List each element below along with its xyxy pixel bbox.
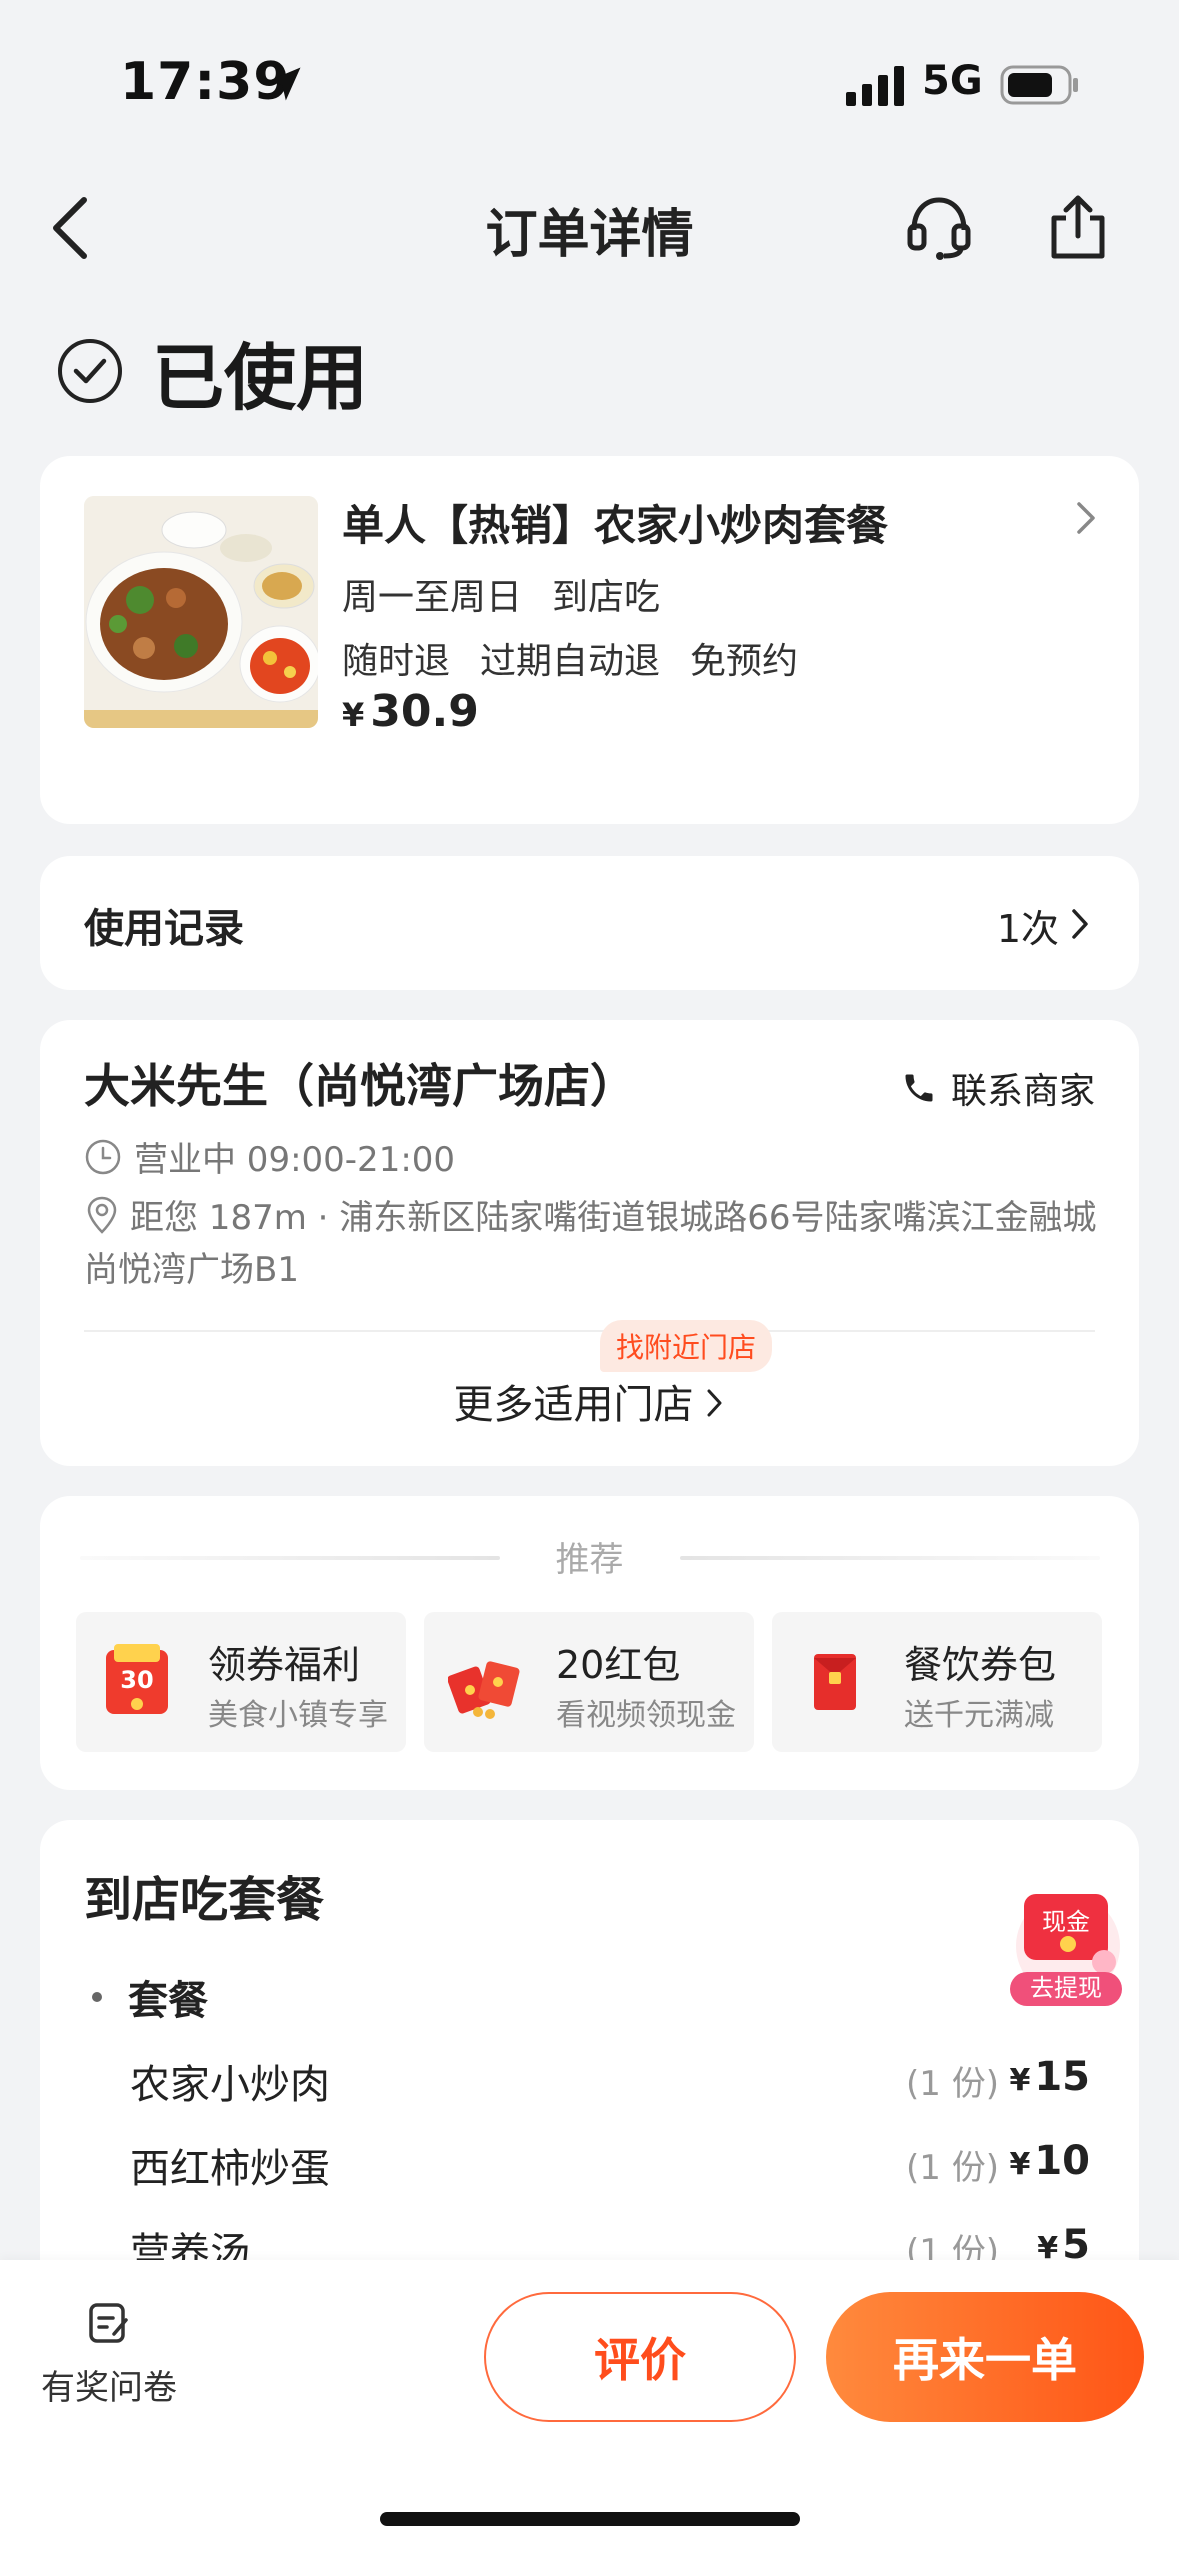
coupon-30-icon: 30 bbox=[106, 1644, 168, 1714]
package-item-price: ¥15 bbox=[1009, 2054, 1090, 2100]
recommend-tile-coupon[interactable]: 30 领券福利 美食小镇专享 bbox=[76, 1612, 406, 1752]
price-value: 15 bbox=[1034, 2054, 1090, 2100]
product-title: 单人【热销】农家小炒肉套餐 bbox=[342, 501, 889, 550]
usage-record-row[interactable]: 使用记录 1次 bbox=[40, 856, 1139, 990]
review-button[interactable]: 评价 bbox=[484, 2292, 796, 2422]
battery-icon bbox=[1000, 65, 1078, 105]
survey-button[interactable]: 有奖问卷 bbox=[34, 2300, 184, 2409]
cellular-signal-icon bbox=[846, 66, 904, 106]
recommend-tile-red-envelopes[interactable]: 20红包 看视频领现金 bbox=[424, 1612, 754, 1752]
recommend-tile-subtitle: 美食小镇专享 bbox=[208, 1698, 388, 1733]
price-value: 30.9 bbox=[370, 686, 479, 737]
package-item-price: ¥10 bbox=[1009, 2138, 1090, 2184]
recommend-tile-subtitle: 送千元满减 bbox=[904, 1698, 1054, 1733]
price-value: 10 bbox=[1034, 2138, 1090, 2184]
recommend-tile-subtitle: 看视频领现金 bbox=[556, 1698, 736, 1733]
chevron-right-icon bbox=[1072, 909, 1088, 939]
cash-badge-top: 现金 bbox=[1042, 1908, 1090, 1936]
page-title: 订单详情 bbox=[485, 205, 694, 265]
recommend-tile-title: 20红包 bbox=[556, 1643, 681, 1687]
product-card[interactable]: 单人【热销】农家小炒肉套餐 周一至周日 到店吃 随时退 过期自动退 免预约 ¥3… bbox=[40, 456, 1139, 824]
price-currency: ¥ bbox=[1009, 2063, 1031, 2098]
customer-service-icon[interactable] bbox=[904, 192, 974, 262]
product-tag: 免预约 bbox=[690, 641, 799, 682]
red-packet-icon bbox=[814, 1654, 856, 1710]
phone-icon bbox=[905, 1074, 933, 1102]
divider bbox=[84, 1330, 1095, 1332]
status-bar: 17:39 5G bbox=[0, 0, 1179, 160]
package-item: 农家小炒肉 (1 份) ¥15 bbox=[130, 2052, 1090, 2112]
store-name: 大米先生（尚悦湾广场店） bbox=[84, 1059, 636, 1113]
store-hours: 营业中 09:00-21:00 bbox=[84, 1132, 455, 1181]
product-tag: 周一至周日 bbox=[342, 577, 523, 618]
package-item-name: 农家小炒肉 bbox=[130, 2062, 330, 2108]
red-envelopes-icon bbox=[448, 1661, 520, 1719]
location-arrow-icon bbox=[267, 67, 301, 101]
price-currency: ¥ bbox=[1009, 2147, 1031, 2182]
product-image bbox=[84, 496, 318, 728]
contact-merchant-button[interactable]: 联系商家 bbox=[901, 1062, 1095, 1114]
product-tags-policy: 随时退 过期自动退 免预约 bbox=[342, 632, 798, 684]
product-tag: 过期自动退 bbox=[480, 641, 661, 682]
more-stores-label: 更多适用门店 bbox=[453, 1382, 694, 1428]
location-pin-icon bbox=[87, 1196, 117, 1234]
survey-edit-icon bbox=[89, 2303, 128, 2343]
chevron-right-icon[interactable] bbox=[1073, 498, 1099, 538]
cash-withdraw-badge[interactable]: 现金 去提现 bbox=[1004, 1886, 1132, 2014]
package-section-label: 套餐 bbox=[128, 1978, 208, 2024]
chevron-right-icon bbox=[707, 1389, 721, 1417]
order-status: 已使用 bbox=[56, 326, 368, 420]
package-item-name: 西红柿炒蛋 bbox=[130, 2146, 330, 2192]
more-stores-link[interactable]: 更多适用门店 bbox=[40, 1372, 1139, 1430]
usage-record-label: 使用记录 bbox=[84, 906, 244, 952]
usage-record-count: 1次 bbox=[996, 907, 1059, 951]
clock-icon bbox=[85, 1139, 121, 1174]
cash-badge-bottom: 去提现 bbox=[1030, 1974, 1102, 2002]
svg-text:30: 30 bbox=[120, 1666, 153, 1694]
divider bbox=[680, 1556, 1100, 1560]
product-price: ¥30.9 bbox=[342, 686, 479, 737]
survey-label: 有奖问卷 bbox=[41, 2368, 177, 2408]
package-item-qty: (1 份) bbox=[906, 2064, 999, 2104]
bullet-dot bbox=[92, 1992, 102, 2002]
product-tags-usage: 周一至周日 到店吃 bbox=[342, 568, 660, 620]
reorder-button[interactable]: 再来一单 bbox=[826, 2292, 1144, 2422]
contact-merchant-label: 联系商家 bbox=[950, 1071, 1095, 1112]
price-currency: ¥ bbox=[342, 696, 365, 734]
recommend-tile-title: 餐饮券包 bbox=[904, 1643, 1057, 1687]
recommend-tile-title: 领券福利 bbox=[208, 1643, 361, 1687]
share-icon[interactable] bbox=[1044, 192, 1112, 262]
recommend-card: 推荐 30 领券福利 美食小镇专享 20红包 看视频领现金 餐饮券包 送千元满减 bbox=[40, 1496, 1139, 1790]
recommend-tile-food-coupons[interactable]: 餐饮券包 送千元满减 bbox=[772, 1612, 1102, 1752]
package-section: 套餐 bbox=[92, 1968, 208, 2026]
food-photo bbox=[84, 496, 318, 728]
nearby-stores-tag: 找附近门店 bbox=[600, 1320, 773, 1372]
product-tag: 到店吃 bbox=[552, 577, 661, 618]
address-separator: · bbox=[317, 1198, 329, 1238]
store-address[interactable]: 距您 187m · 浦东新区陆家嘴街道银城路66号陆家嘴滨江金融城尚悦湾广场B1 bbox=[84, 1192, 1104, 1296]
order-status-label: 已使用 bbox=[152, 335, 369, 420]
check-circle-icon bbox=[58, 339, 122, 403]
package-item: 西红柿炒蛋 (1 份) ¥10 bbox=[130, 2136, 1090, 2196]
package-title: 到店吃套餐 bbox=[84, 1872, 325, 1928]
network-type: 5G bbox=[922, 58, 983, 104]
store-card: 大米先生（尚悦湾广场店） 联系商家 营业中 09:00-21:00 距您 187… bbox=[40, 1020, 1139, 1466]
home-indicator[interactable] bbox=[380, 2512, 800, 2526]
product-tag: 随时退 bbox=[342, 641, 451, 682]
store-hours-text: 营业中 09:00-21:00 bbox=[134, 1140, 456, 1180]
package-item-qty: (1 份) bbox=[906, 2148, 999, 2188]
store-distance: 距您 187m bbox=[130, 1198, 307, 1238]
